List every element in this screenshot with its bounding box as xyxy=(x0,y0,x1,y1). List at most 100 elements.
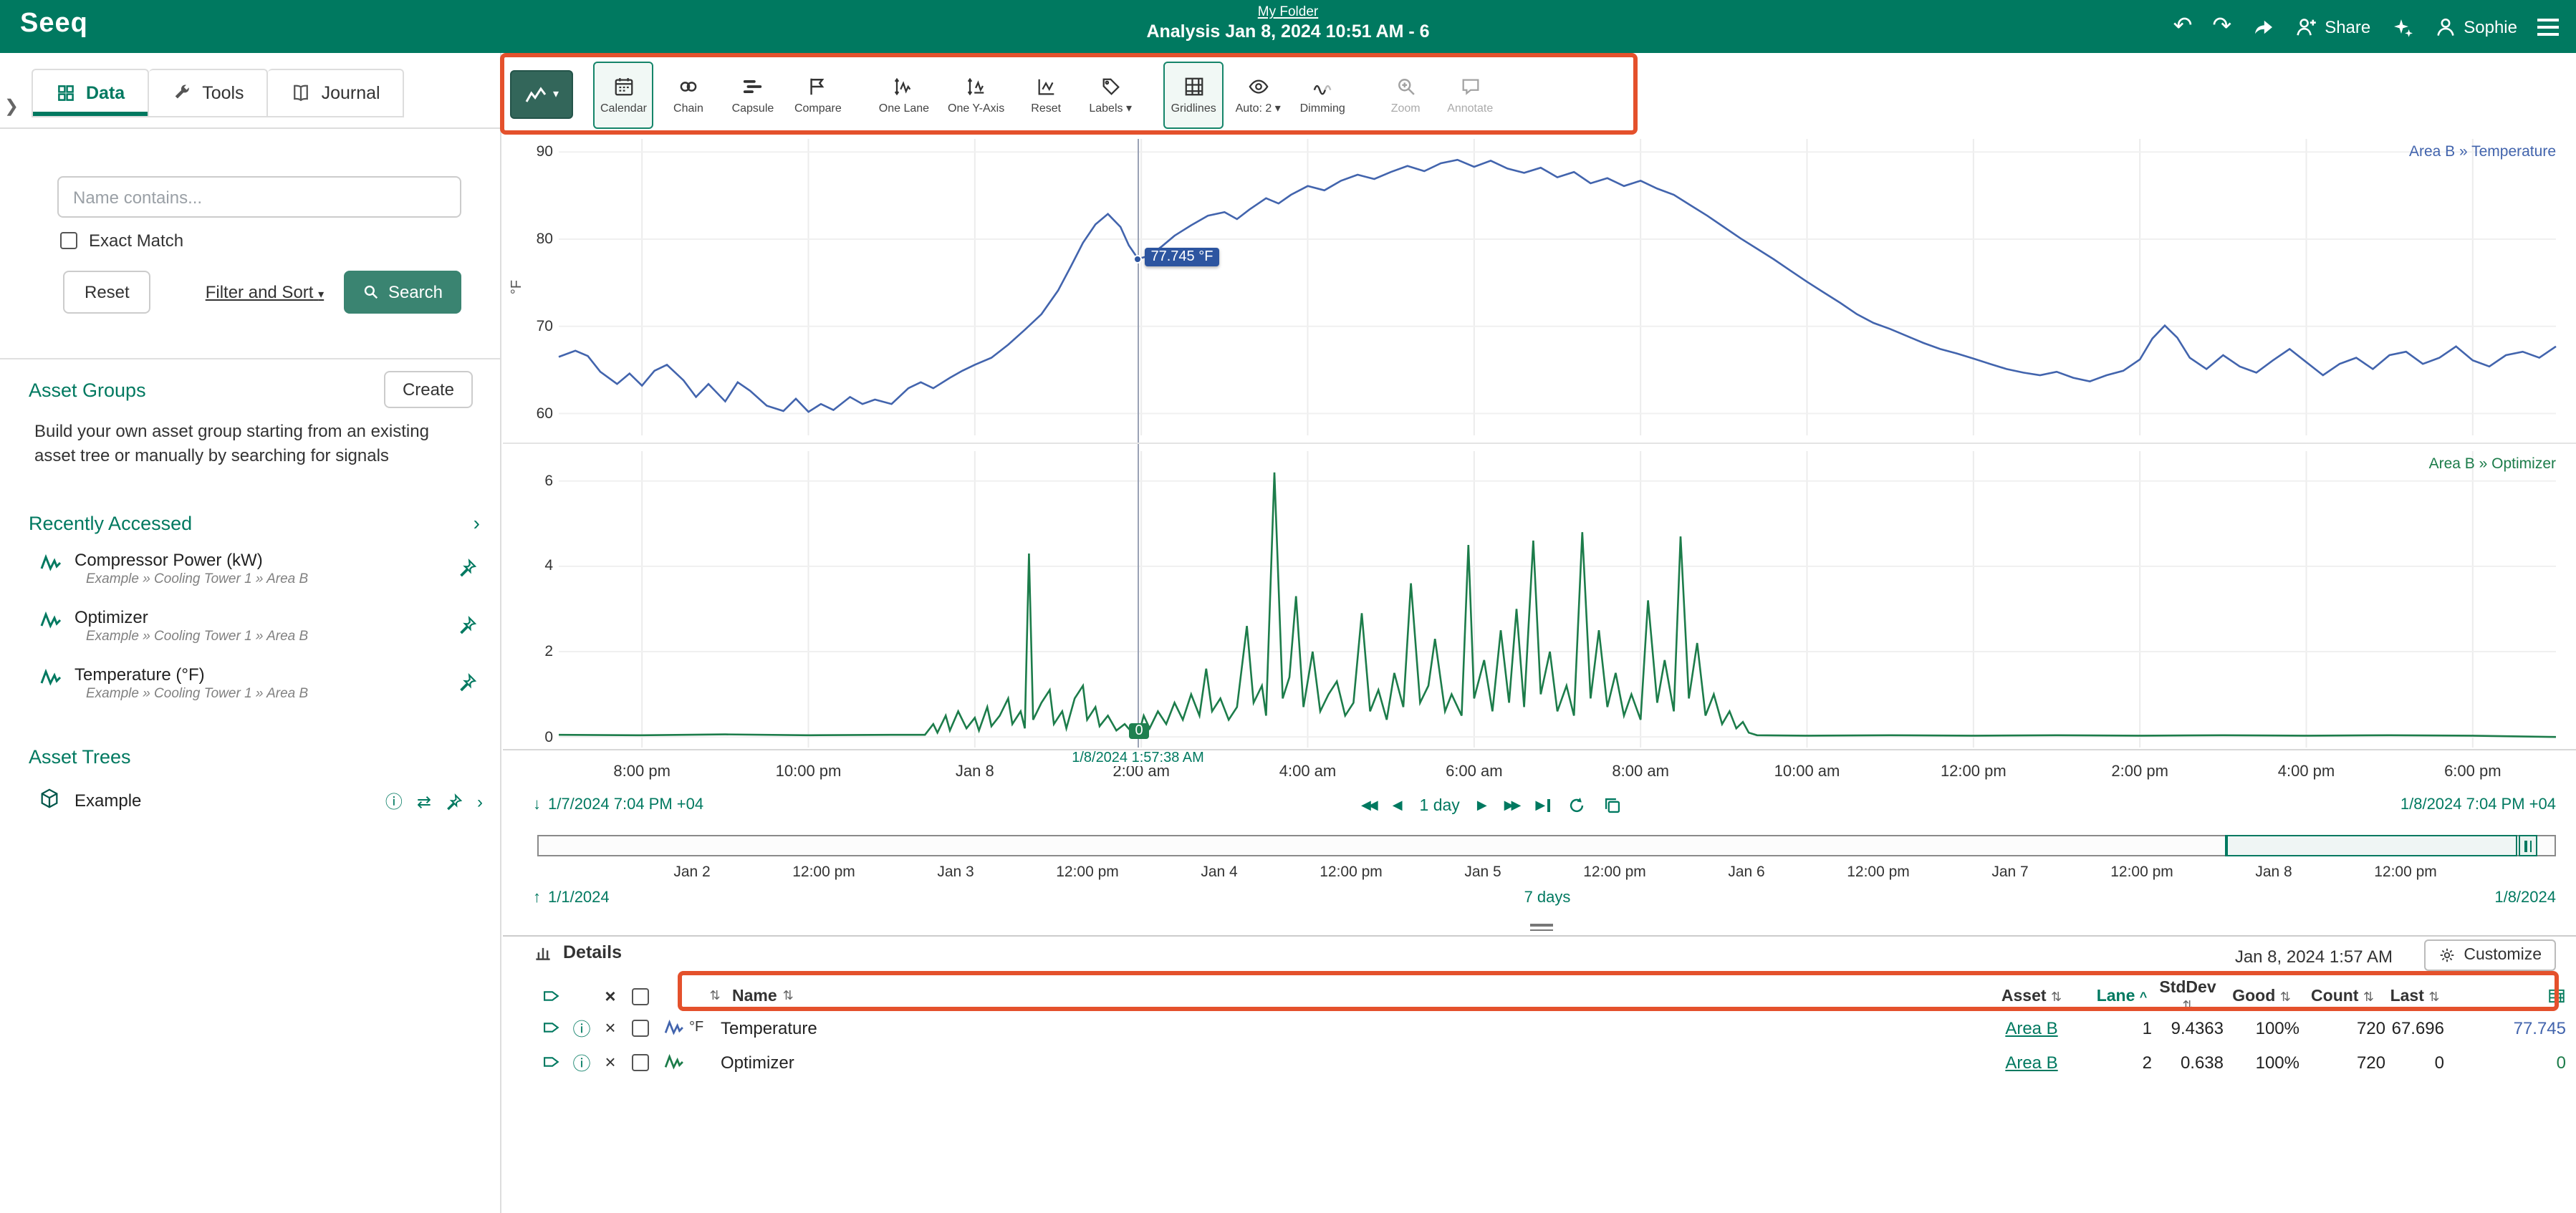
tab-journal[interactable]: Journal xyxy=(269,69,405,117)
pin-icon[interactable] xyxy=(458,616,477,634)
item-tag-icon[interactable] xyxy=(534,1053,566,1071)
recently-accessed-expand-chevron[interactable]: › xyxy=(474,511,480,534)
toolbar-annotate-button[interactable]: Annotate xyxy=(1440,61,1500,128)
step-back-icon[interactable]: ◀ xyxy=(1393,798,1403,813)
breadcrumb[interactable]: My Folder xyxy=(1146,4,1429,20)
step-forward-fast-icon[interactable]: ▶▶ xyxy=(1504,798,1519,813)
details-heading: Details xyxy=(563,942,622,962)
recent-item-compressor-power[interactable]: Compressor Power (kW) Example » Cooling … xyxy=(0,547,500,601)
sort-icon[interactable]: ⇅ xyxy=(703,988,726,1004)
toolbar-compare-button[interactable]: Compare xyxy=(787,61,849,128)
x-axis-tick-label: 10:00 pm xyxy=(776,763,842,781)
name-contains-input[interactable] xyxy=(57,176,461,218)
column-header-last[interactable]: Last ⇅ xyxy=(2385,987,2444,1005)
create-asset-group-button[interactable]: Create xyxy=(384,371,473,408)
toolbar-gridlines-button[interactable]: Gridlines xyxy=(1163,61,1224,128)
range-step-controls: ◀◀ ◀ 1 day ▶ ▶▶ ▶ xyxy=(1361,796,1621,815)
reset-button[interactable]: Reset xyxy=(63,271,151,314)
filter-and-sort-link[interactable]: Filter and Sort ▾ xyxy=(206,282,324,302)
remove-all-icon[interactable]: × xyxy=(597,985,623,1007)
step-forward-icon[interactable]: ▶ xyxy=(1477,798,1487,813)
optimizer-lane-chart[interactable] xyxy=(559,451,2556,748)
asset-link[interactable]: Area B xyxy=(2005,1018,2057,1038)
column-header-stddev[interactable]: StdDev ⇅ xyxy=(2152,979,2224,1013)
range-start-arrow-icon[interactable]: ↓ xyxy=(533,796,541,813)
investigate-range-end[interactable]: 1/8/2024 xyxy=(2494,889,2556,907)
sort-icon[interactable]: ⇅ xyxy=(783,988,794,1004)
toolbar-reset-button[interactable]: Reset xyxy=(1016,61,1076,128)
share-label: Share xyxy=(2325,18,2370,35)
recent-item-optimizer[interactable]: Optimizer Example » Cooling Tower 1 » Ar… xyxy=(0,604,500,659)
recent-item-temperature[interactable]: Temperature (°F) Example » Cooling Tower… xyxy=(0,662,500,716)
column-header-name[interactable]: Name xyxy=(726,987,783,1005)
sidebar-collapse-chevron[interactable]: ❯ xyxy=(4,96,19,116)
timeline-selection-grip[interactable] xyxy=(2519,835,2537,856)
chevron-down-icon: ▾ xyxy=(553,89,559,100)
duplicate-range-icon[interactable] xyxy=(1602,796,1621,815)
investigate-range-start[interactable]: 1/1/2024 xyxy=(548,889,610,907)
pin-icon[interactable] xyxy=(458,673,477,692)
item-info-icon[interactable]: ⓘ xyxy=(566,1048,597,1076)
item-name[interactable]: Temperature xyxy=(721,1018,1971,1038)
toolbar-one-lane-button[interactable]: One Lane xyxy=(872,61,936,128)
step-to-end-icon[interactable]: ▶ xyxy=(1535,798,1549,813)
redo-icon[interactable]: ↷ xyxy=(2212,15,2231,38)
investigate-timeline-strip[interactable] xyxy=(537,835,2556,856)
ai-assistant-icon[interactable] xyxy=(2390,15,2413,38)
item-remove-icon[interactable]: × xyxy=(597,1017,623,1038)
user-menu[interactable]: Sophie xyxy=(2433,15,2517,38)
item-name[interactable]: Optimizer xyxy=(721,1052,1971,1072)
toolbar-hide-items-button[interactable]: Auto: 2 ▾ xyxy=(1228,61,1288,128)
item-info-icon[interactable]: ⓘ xyxy=(566,1014,597,1041)
display-range-start[interactable]: 1/7/2024 7:04 PM +04 xyxy=(548,796,703,813)
item-remove-icon[interactable]: × xyxy=(597,1051,623,1073)
panel-resize-handle[interactable] xyxy=(1530,921,1553,934)
customize-button[interactable]: Customize xyxy=(2423,939,2556,971)
view-selector-dropdown[interactable]: ▾ xyxy=(510,70,573,119)
select-all-checkbox[interactable] xyxy=(632,987,649,1005)
top-bar: Seeq My Folder Analysis Jan 8, 2024 10:5… xyxy=(0,0,2576,53)
item-checkbox[interactable] xyxy=(632,1053,649,1071)
column-header-asset[interactable]: Asset ⇅ xyxy=(1971,987,2092,1005)
timeline-selection[interactable] xyxy=(2225,835,2517,856)
select-all-tag-icon[interactable] xyxy=(534,987,566,1005)
asset-link[interactable]: Area B xyxy=(2005,1052,2057,1072)
forward-share-icon[interactable] xyxy=(2251,15,2274,38)
toolbar-calendar-button[interactable]: Calendar xyxy=(593,61,654,128)
toolbar-zoom-button[interactable]: Zoom xyxy=(1375,61,1436,128)
step-back-fast-icon[interactable]: ◀◀ xyxy=(1361,798,1375,813)
toolbar-chain-button[interactable]: Chain xyxy=(658,61,719,128)
toolbar-labels-button[interactable]: Labels ▾ xyxy=(1080,61,1140,128)
toolbar-one-y-axis-button[interactable]: One Y-Axis xyxy=(941,61,1011,128)
undo-icon[interactable]: ↶ xyxy=(2173,15,2193,38)
timeline-tick-label: Jan 8 xyxy=(2255,864,2292,881)
temperature-lane-chart[interactable] xyxy=(559,139,2556,435)
hamburger-menu-icon[interactable] xyxy=(2537,18,2559,35)
investigate-start-arrow-icon[interactable]: ↑ xyxy=(533,889,541,907)
investigate-duration[interactable]: 7 days xyxy=(1490,889,1605,907)
seeq-logo[interactable]: Seeq xyxy=(20,9,88,40)
item-checkbox[interactable] xyxy=(632,1019,649,1036)
y-axis-tick-label: 90 xyxy=(516,143,553,160)
column-header-count[interactable]: Count ⇅ xyxy=(2299,987,2385,1005)
share-button[interactable]: Share xyxy=(2294,15,2370,38)
auto-update-icon[interactable] xyxy=(1567,796,1585,815)
column-config-table-icon[interactable] xyxy=(2444,987,2566,1005)
pin-icon[interactable] xyxy=(458,559,477,577)
timeline-axis-labels: Jan 212:00 pmJan 312:00 pmJan 412:00 pmJ… xyxy=(537,864,2556,881)
column-header-good[interactable]: Good ⇅ xyxy=(2224,987,2299,1005)
toolbar-capsule-button[interactable]: Capsule xyxy=(723,61,783,128)
item-unit: °F xyxy=(689,1020,721,1035)
item-tag-icon[interactable] xyxy=(534,1018,566,1037)
search-button[interactable]: Search xyxy=(344,271,461,314)
column-header-lane[interactable]: Lane ^ xyxy=(2092,987,2152,1005)
tab-tools[interactable]: Tools xyxy=(149,69,268,117)
display-range-end[interactable]: 1/8/2024 7:04 PM +04 xyxy=(2400,796,2556,813)
tab-data-label: Data xyxy=(86,83,125,103)
signal-wave-icon xyxy=(658,1054,689,1070)
toolbar-dimming-button[interactable]: Dimming xyxy=(1292,61,1352,128)
exact-match-checkbox[interactable] xyxy=(60,232,77,249)
tab-data[interactable]: Data xyxy=(32,69,149,117)
step-size-selector[interactable]: 1 day xyxy=(1420,797,1460,814)
asset-groups-heading: Asset Groups xyxy=(29,379,146,400)
